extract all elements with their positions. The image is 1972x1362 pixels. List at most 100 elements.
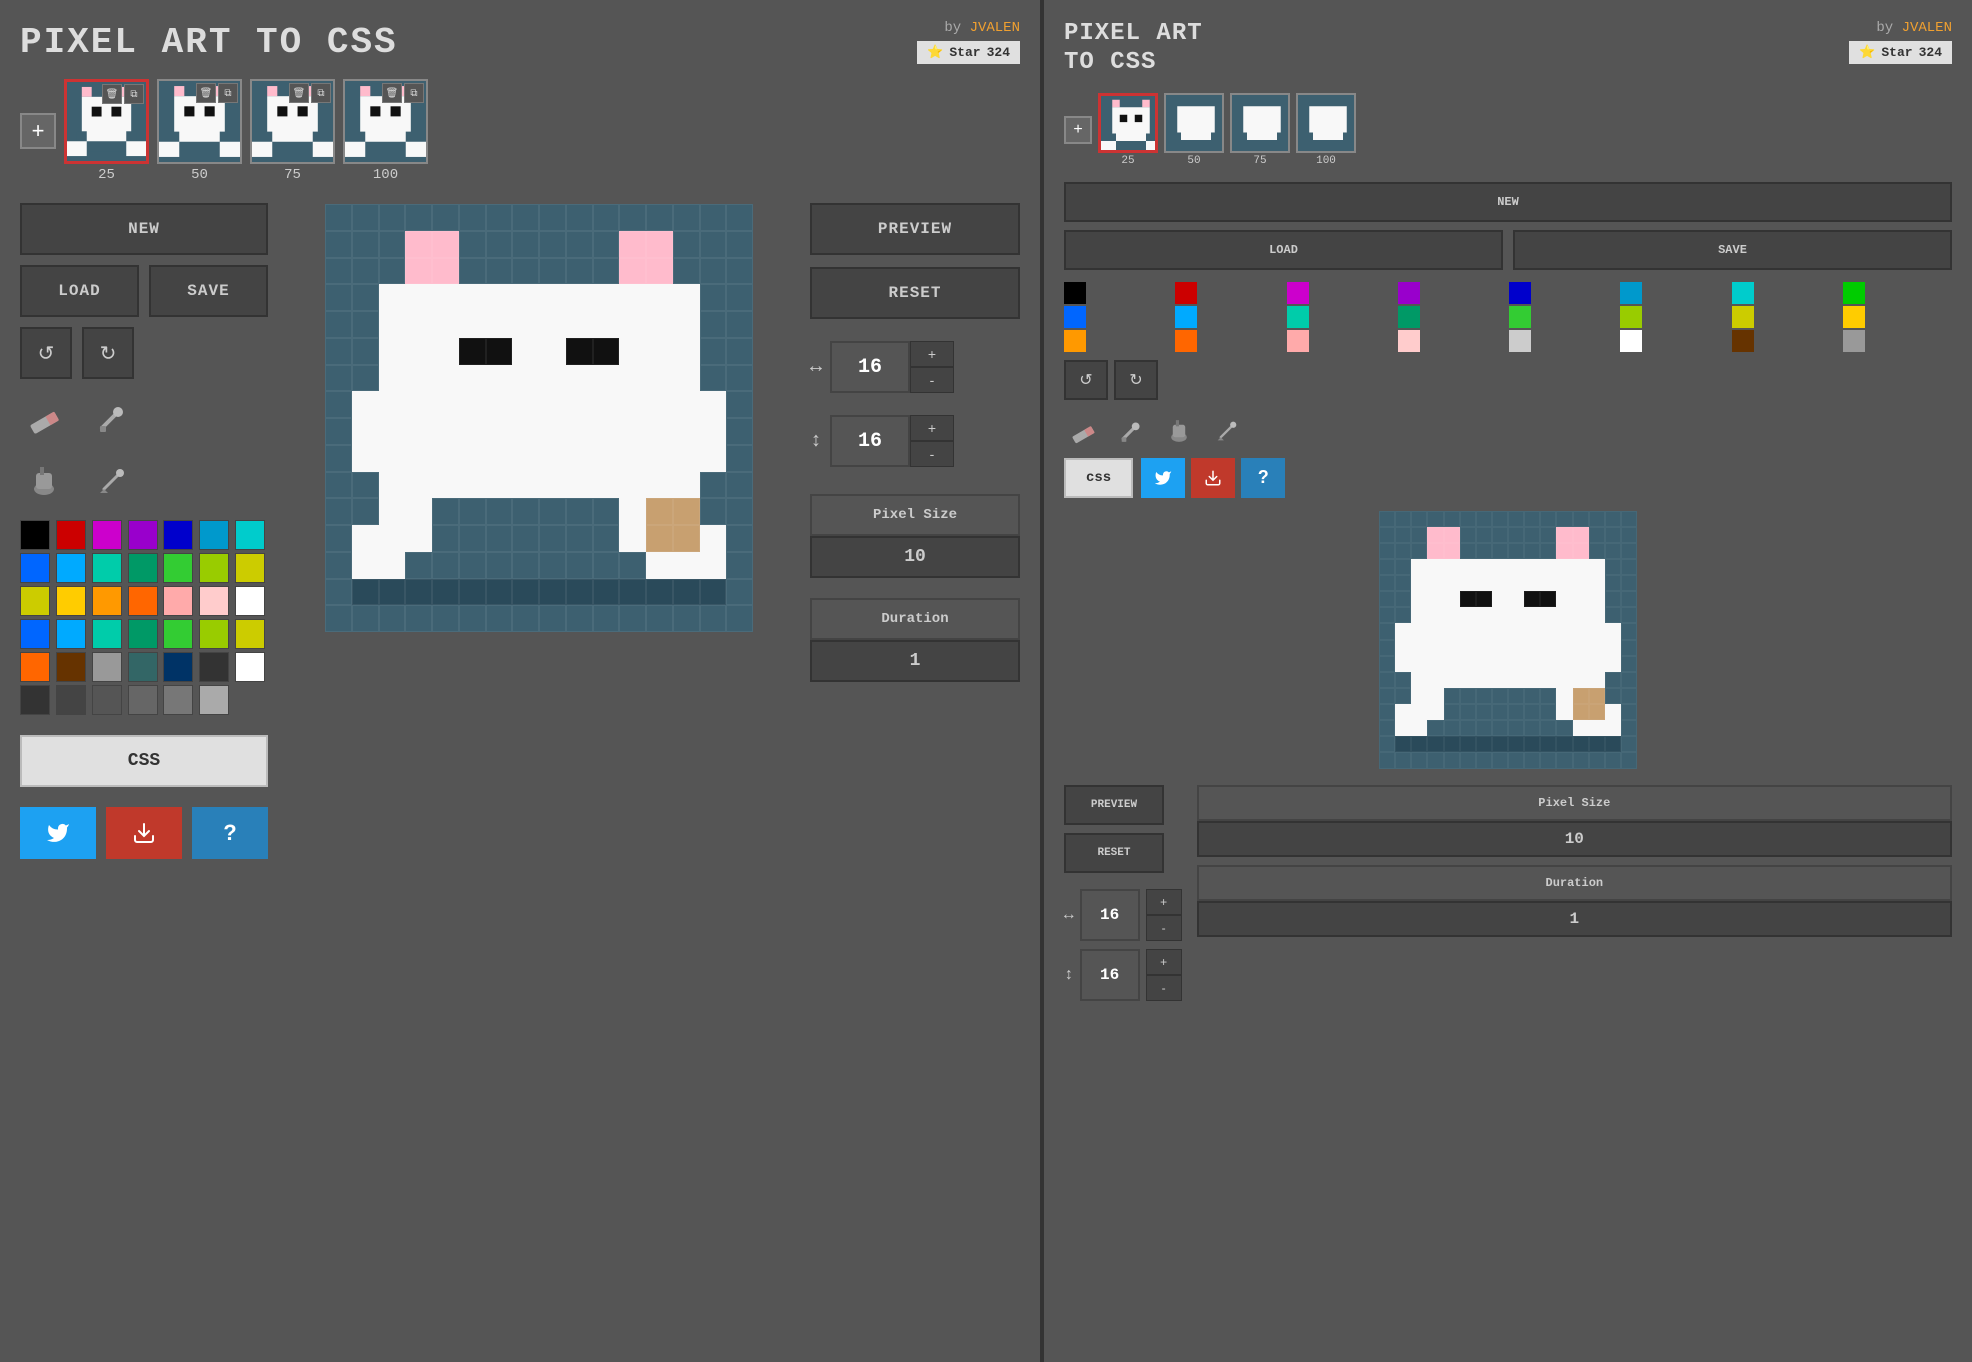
pixel-8-11[interactable]	[619, 418, 646, 445]
mini-pixel-5-7[interactable]	[1492, 591, 1508, 607]
pixel-4-12[interactable]	[646, 311, 673, 338]
mini-color-swatch-14[interactable]	[1732, 306, 1754, 328]
mini-pixel-2-8[interactable]	[1508, 543, 1524, 559]
mini-pixel-2-5[interactable]	[1460, 543, 1476, 559]
mini-pixel-0-13[interactable]	[1589, 511, 1605, 527]
mini-pixel-9-7[interactable]	[1492, 656, 1508, 672]
mini-pixel-4-5[interactable]	[1460, 575, 1476, 591]
mini-pixel-12-5[interactable]	[1460, 704, 1476, 720]
mini-pixel-14-10[interactable]	[1540, 736, 1556, 752]
mini-pixel-0-3[interactable]	[1427, 511, 1443, 527]
pixel-2-15[interactable]	[726, 258, 753, 285]
mini-pixel-0-9[interactable]	[1524, 511, 1540, 527]
right-undo-button[interactable]: ↺	[1064, 360, 1108, 400]
mini-pixel-0-5[interactable]	[1460, 511, 1476, 527]
pixel-13-15[interactable]	[726, 552, 753, 579]
mini-pixel-10-1[interactable]	[1395, 672, 1411, 688]
mini-pixel-4-2[interactable]	[1411, 575, 1427, 591]
frame-delete-1[interactable]: 🗑	[102, 84, 122, 104]
pixel-11-10[interactable]	[593, 498, 620, 525]
mini-pixel-1-14[interactable]	[1605, 527, 1621, 543]
mini-pixel-10-4[interactable]	[1444, 672, 1460, 688]
mini-pixel-13-0[interactable]	[1379, 720, 1395, 736]
mini-pixel-6-7[interactable]	[1492, 607, 1508, 623]
mini-pixel-10-7[interactable]	[1492, 672, 1508, 688]
color-swatch-30[interactable]	[92, 652, 122, 682]
pixel-0-12[interactable]	[646, 204, 673, 231]
mini-pixel-5-0[interactable]	[1379, 591, 1395, 607]
mini-pixel-3-4[interactable]	[1444, 559, 1460, 575]
mini-pixel-7-9[interactable]	[1524, 623, 1540, 639]
mini-pixel-15-3[interactable]	[1427, 752, 1443, 768]
mini-pixel-1-3[interactable]	[1427, 527, 1443, 543]
pixel-10-2[interactable]	[379, 472, 406, 499]
mini-pixel-5-15[interactable]	[1621, 591, 1637, 607]
pixel-8-3[interactable]	[405, 418, 432, 445]
mini-pixel-11-12[interactable]	[1573, 688, 1589, 704]
pixel-13-1[interactable]	[352, 552, 379, 579]
mini-pixel-1-10[interactable]	[1540, 527, 1556, 543]
pixel-5-9[interactable]	[566, 338, 593, 365]
mini-pixel-10-14[interactable]	[1605, 672, 1621, 688]
pixel-12-12[interactable]	[646, 525, 673, 552]
mini-pixel-2-4[interactable]	[1444, 543, 1460, 559]
mini-pixel-3-15[interactable]	[1621, 559, 1637, 575]
pixel-0-2[interactable]	[379, 204, 406, 231]
mini-pixel-13-5[interactable]	[1460, 720, 1476, 736]
pixel-15-1[interactable]	[352, 605, 379, 632]
pixel-15-8[interactable]	[539, 605, 566, 632]
mini-pixel-11-4[interactable]	[1444, 688, 1460, 704]
mini-pixel-13-4[interactable]	[1444, 720, 1460, 736]
pixel-3-5[interactable]	[459, 284, 486, 311]
pixel-14-13[interactable]	[673, 579, 700, 606]
color-swatch-31[interactable]	[128, 652, 158, 682]
color-swatch-2[interactable]	[92, 520, 122, 550]
color-swatch-33[interactable]	[199, 652, 229, 682]
mini-pixel-10-0[interactable]	[1379, 672, 1395, 688]
mini-pixel-13-9[interactable]	[1524, 720, 1540, 736]
mini-pixel-1-8[interactable]	[1508, 527, 1524, 543]
mini-pixel-11-13[interactable]	[1589, 688, 1605, 704]
pixel-11-0[interactable]	[325, 498, 352, 525]
mini-pixel-2-15[interactable]	[1621, 543, 1637, 559]
mini-pixel-1-11[interactable]	[1556, 527, 1572, 543]
mini-pixel-13-1[interactable]	[1395, 720, 1411, 736]
save-button[interactable]: SAVE	[149, 265, 268, 317]
mini-pixel-6-0[interactable]	[1379, 607, 1395, 623]
mini-pixel-3-0[interactable]	[1379, 559, 1395, 575]
pixel-7-4[interactable]	[432, 391, 459, 418]
pixel-5-14[interactable]	[700, 338, 727, 365]
pixel-9-3[interactable]	[405, 445, 432, 472]
mini-pixel-0-1[interactable]	[1395, 511, 1411, 527]
color-swatch-23[interactable]	[92, 619, 122, 649]
mini-pixel-15-11[interactable]	[1556, 752, 1572, 768]
preview-button[interactable]: PREVIEW	[810, 203, 1020, 255]
color-swatch-6[interactable]	[235, 520, 265, 550]
pixel-10-3[interactable]	[405, 472, 432, 499]
mini-pixel-8-9[interactable]	[1524, 640, 1540, 656]
mini-pixel-9-11[interactable]	[1556, 656, 1572, 672]
pixel-1-2[interactable]	[379, 231, 406, 258]
mini-pixel-13-13[interactable]	[1589, 720, 1605, 736]
pixel-11-13[interactable]	[673, 498, 700, 525]
mini-pixel-9-0[interactable]	[1379, 656, 1395, 672]
color-swatch-4[interactable]	[163, 520, 193, 550]
mini-pixel-8-0[interactable]	[1379, 640, 1395, 656]
pixel-12-7[interactable]	[512, 525, 539, 552]
mini-pixel-0-0[interactable]	[1379, 511, 1395, 527]
pixel-3-8[interactable]	[539, 284, 566, 311]
pixel-4-3[interactable]	[405, 311, 432, 338]
pixel-11-12[interactable]	[646, 498, 673, 525]
pixel-5-6[interactable]	[486, 338, 513, 365]
pencil-tool[interactable]	[88, 457, 136, 505]
pixel-4-0[interactable]	[325, 311, 352, 338]
mini-pixel-5-13[interactable]	[1589, 591, 1605, 607]
pixel-13-3[interactable]	[405, 552, 432, 579]
mini-pixel-13-2[interactable]	[1411, 720, 1427, 736]
right-width-increase[interactable]: +	[1146, 889, 1182, 915]
mini-pixel-2-12[interactable]	[1573, 543, 1589, 559]
pixel-10-12[interactable]	[646, 472, 673, 499]
pixel-3-1[interactable]	[352, 284, 379, 311]
pixel-10-0[interactable]	[325, 472, 352, 499]
pixel-7-7[interactable]	[512, 391, 539, 418]
